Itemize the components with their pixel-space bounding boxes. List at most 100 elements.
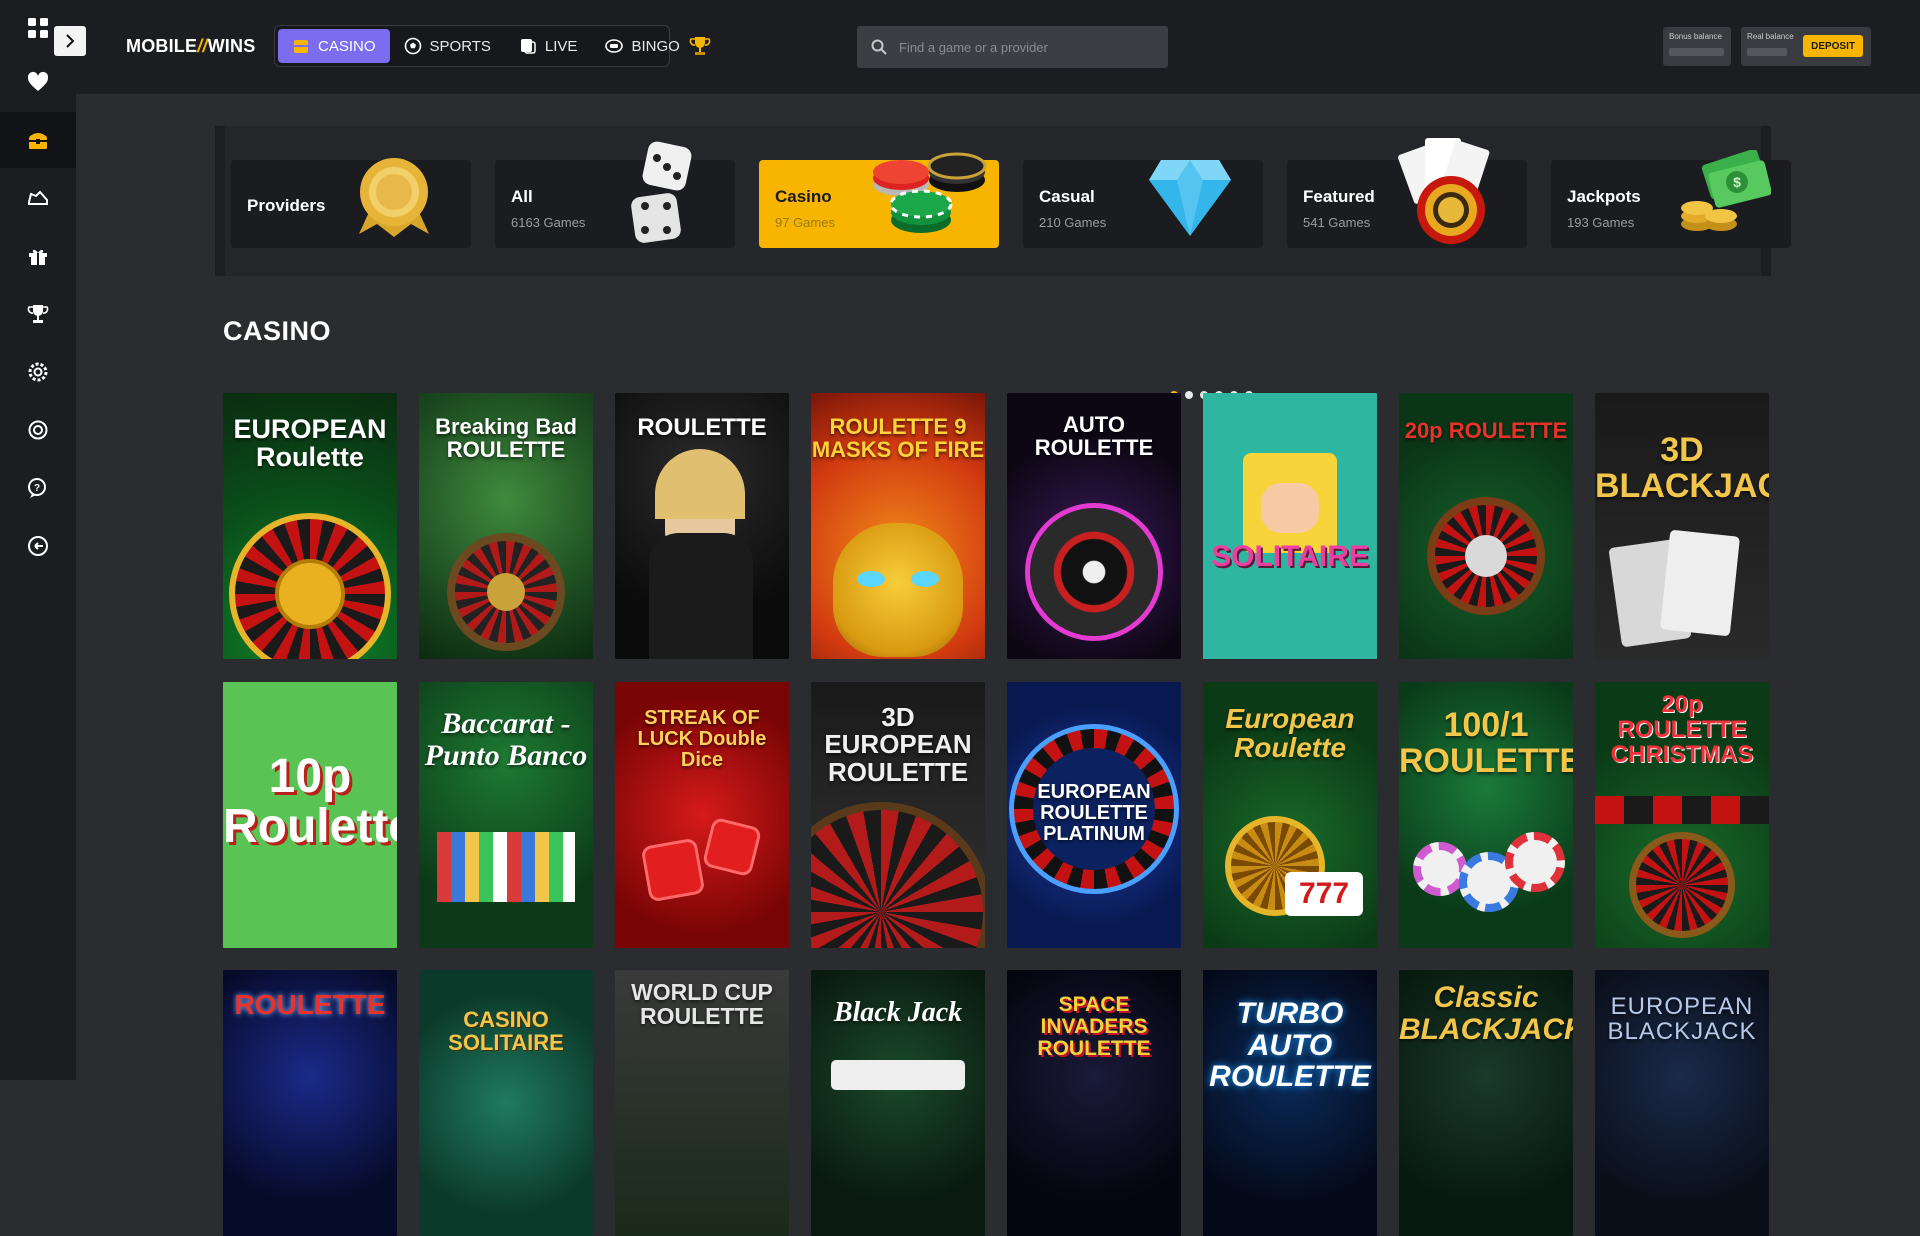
category-featured[interactable]: Featured 541 Games	[1287, 138, 1527, 248]
game-tile[interactable]: ROULETTE	[223, 970, 397, 1236]
category-count: 193 Games	[1567, 215, 1635, 230]
wheel-hub-art	[1465, 535, 1507, 577]
mask-eye-art	[857, 571, 885, 587]
tab-bingo[interactable]: BINGO	[591, 29, 693, 63]
category-name: Casual	[1039, 187, 1095, 206]
game-tile[interactable]: STREAK OF LUCK Double Dice	[615, 682, 789, 948]
sidebar-item-logout[interactable]	[0, 518, 76, 574]
category-providers[interactable]: Providers	[231, 158, 471, 248]
game-tile[interactable]: SPACE INVADERS ROULETTE	[1007, 970, 1181, 1236]
category-count: 6163 Games	[511, 215, 586, 230]
game-tile[interactable]: 3D EUROPEAN ROULETTE	[811, 682, 985, 948]
game-tile[interactable]: ROULETTE 9 MASKS OF FIRE	[811, 393, 985, 659]
category-casino[interactable]: Casino 97 Games	[759, 152, 999, 248]
search-bar[interactable]	[857, 26, 1168, 68]
category-all[interactable]: All 6163 Games	[495, 141, 735, 248]
game-tile[interactable]: WORLD CUP ROULETTE	[615, 970, 789, 1236]
casino-chip-icon	[294, 40, 308, 53]
category-count: 97 Games	[775, 215, 835, 230]
tab-live[interactable]: LIVE	[505, 29, 592, 63]
game-tile[interactable]: ROULETTE	[615, 393, 789, 659]
carousel-dot[interactable]	[1185, 391, 1193, 399]
roulette-wheel-art	[811, 802, 985, 948]
category-name: Casino	[775, 187, 832, 206]
gold-trophy-icon	[689, 37, 711, 55]
tab-sports[interactable]: SPORTS	[390, 29, 505, 63]
dice-art	[701, 816, 763, 878]
bonus-balance-value	[1669, 48, 1724, 56]
treasure-chest-icon	[29, 133, 47, 149]
heart-icon	[27, 71, 49, 91]
game-tile[interactable]: EUROPEAN ROULETTE PLATINUM	[1007, 682, 1181, 948]
game-tile[interactable]: European Roulette 777	[1203, 682, 1377, 948]
game-title: 20p ROULETTE	[1404, 418, 1568, 443]
sidebar-item-responsible-gaming[interactable]	[0, 402, 76, 458]
search-icon	[871, 39, 887, 55]
brand-name-right: WINS	[207, 36, 256, 56]
game-tile[interactable]: AUTO ROULETTE	[1007, 393, 1181, 659]
game-tile[interactable]: TURBO AUTO ROULETTE	[1203, 970, 1377, 1236]
brand-name-left: MOBILE	[126, 36, 198, 56]
svg-text:?: ?	[34, 483, 40, 494]
game-tile[interactable]: Breaking Bad ROULETTE	[419, 393, 593, 659]
game-tile[interactable]: Classic BLACKJACK	[1399, 970, 1573, 1236]
dice-art	[640, 837, 706, 903]
brand-logo[interactable]: MOBILE//WINS	[126, 36, 255, 57]
category-name: Featured	[1303, 187, 1375, 206]
casino-chips-icon	[873, 152, 987, 233]
deposit-button[interactable]: DEPOSIT	[1803, 35, 1863, 57]
game-title: ROULETTE 9 MASKS OF FIRE	[811, 414, 985, 463]
category-count: 541 Games	[1303, 215, 1371, 230]
sidebar-expand-button[interactable]	[54, 26, 86, 56]
game-title: EUROPEAN ROULETTE PLATINUM	[1037, 781, 1151, 845]
game-tile[interactable]: 10p Roulette	[223, 682, 397, 948]
game-title: STREAK OF LUCK Double Dice	[637, 707, 767, 771]
game-tile[interactable]: Black Jack	[811, 970, 985, 1236]
sidebar-item-support[interactable]: ?	[0, 460, 76, 516]
bonus-balance[interactable]: Bonus balance	[1663, 27, 1731, 66]
tab-sports-label: SPORTS	[429, 37, 491, 55]
dealer-vest-art	[649, 533, 753, 659]
sidebar-item-promotions[interactable]	[0, 228, 76, 284]
section-title: CASINO	[223, 316, 332, 346]
game-title: EUROPEAN Roulette	[233, 414, 387, 473]
real-balance[interactable]: Real balance DEPOSIT	[1741, 27, 1871, 66]
sidebar-item-tournaments[interactable]	[0, 286, 76, 342]
live-icon	[520, 39, 536, 54]
category-casual[interactable]: Casual 210 Games	[1023, 160, 1263, 248]
category-jackpots[interactable]: Jackpots 193 Games $	[1551, 150, 1791, 248]
real-balance-value	[1747, 48, 1787, 56]
game-tile[interactable]: SOLITAIRE	[1203, 393, 1377, 659]
game-title: European Roulette	[1225, 703, 1355, 764]
sidebar-item-favourites[interactable]	[0, 54, 76, 110]
sidebar-item-casino[interactable]	[0, 112, 76, 168]
game-title: WORLD CUP ROULETTE	[631, 979, 773, 1030]
game-tile[interactable]: 100/1 ROULETTE	[1399, 682, 1573, 948]
game-tile[interactable]: CASINO SOLITAIRE	[419, 970, 593, 1236]
logout-icon	[28, 536, 48, 556]
game-tile[interactable]: EUROPEAN Roulette	[223, 393, 397, 659]
game-title: 10p Roulette	[223, 750, 397, 854]
dice-icon	[631, 141, 692, 243]
chip-stacks-art	[437, 832, 575, 902]
category-name: Providers	[247, 196, 326, 215]
main-nav-tabs: CASINO SPORTS LIVE BINGO	[274, 25, 680, 67]
search-input[interactable]	[899, 39, 1149, 55]
game-title: Classic BLACKJACK	[1399, 981, 1573, 1046]
top-bar: MOBILE//WINS CASINO SPORTS LIVE BINGO Bo…	[76, 0, 1920, 94]
game-tile[interactable]: 20p ROULETTE	[1399, 393, 1573, 659]
game-title: EUROPEAN BLACKJACK	[1607, 993, 1757, 1046]
game-tile[interactable]: 20p ROULETTE CHRISTMAS	[1595, 682, 1769, 948]
category-name: All	[511, 187, 533, 206]
leaderboard-trophy-button[interactable]	[688, 34, 712, 63]
game-tile[interactable]: EUROPEAN BLACKJACK	[1595, 970, 1769, 1236]
tab-live-label: LIVE	[544, 37, 578, 55]
game-tile[interactable]: Baccarat - Punto Banco	[419, 682, 593, 948]
sidebar-item-sports[interactable]	[0, 170, 76, 226]
game-tile[interactable]: 3D BLACKJACK	[1595, 393, 1769, 659]
carousel-prev-edge[interactable]	[215, 126, 225, 276]
tab-casino[interactable]: CASINO	[278, 29, 390, 63]
tab-bingo-label: BINGO	[631, 37, 680, 55]
sidebar-item-settings[interactable]	[0, 344, 76, 400]
chat-support-icon: ?	[28, 478, 46, 498]
